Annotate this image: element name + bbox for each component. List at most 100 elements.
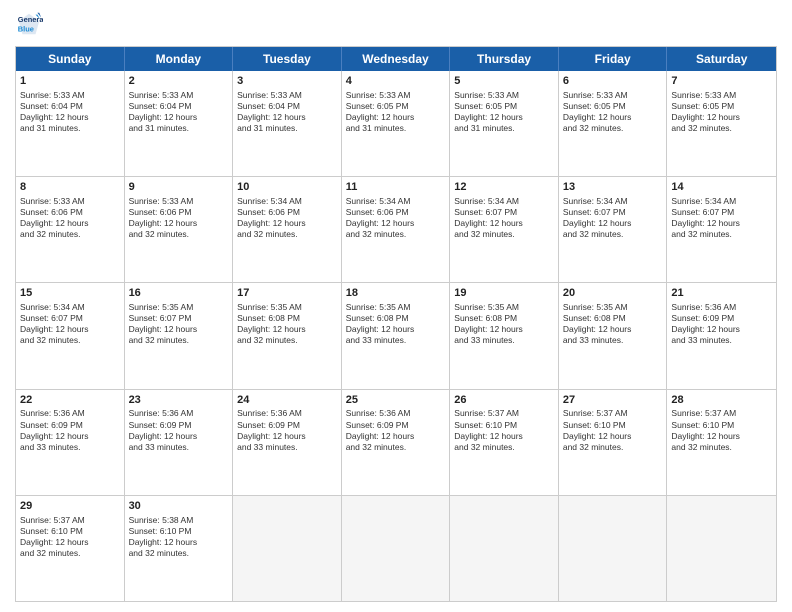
calendar-cell: 18Sunrise: 5:35 AM Sunset: 6:08 PM Dayli… [342, 283, 451, 388]
day-number: 7 [671, 74, 772, 89]
calendar-cell: 20Sunrise: 5:35 AM Sunset: 6:08 PM Dayli… [559, 283, 668, 388]
calendar-body: 1Sunrise: 5:33 AM Sunset: 6:04 PM Daylig… [16, 71, 776, 601]
cell-info: Sunrise: 5:33 AM Sunset: 6:06 PM Dayligh… [129, 196, 229, 240]
calendar-cell: 26Sunrise: 5:37 AM Sunset: 6:10 PM Dayli… [450, 390, 559, 495]
calendar-cell: 24Sunrise: 5:36 AM Sunset: 6:09 PM Dayli… [233, 390, 342, 495]
day-number: 16 [129, 286, 229, 301]
cell-info: Sunrise: 5:36 AM Sunset: 6:09 PM Dayligh… [129, 408, 229, 452]
cell-info: Sunrise: 5:34 AM Sunset: 6:07 PM Dayligh… [454, 196, 554, 240]
day-number: 4 [346, 74, 446, 89]
calendar-cell: 6Sunrise: 5:33 AM Sunset: 6:05 PM Daylig… [559, 71, 668, 176]
calendar-cell: 10Sunrise: 5:34 AM Sunset: 6:06 PM Dayli… [233, 177, 342, 282]
calendar-row-2: 15Sunrise: 5:34 AM Sunset: 6:07 PM Dayli… [16, 283, 776, 389]
cell-info: Sunrise: 5:34 AM Sunset: 6:07 PM Dayligh… [671, 196, 772, 240]
day-number: 5 [454, 74, 554, 89]
cell-info: Sunrise: 5:33 AM Sunset: 6:04 PM Dayligh… [20, 90, 120, 134]
calendar-cell: 19Sunrise: 5:35 AM Sunset: 6:08 PM Dayli… [450, 283, 559, 388]
day-number: 29 [20, 499, 120, 514]
day-number: 19 [454, 286, 554, 301]
calendar: SundayMondayTuesdayWednesdayThursdayFrid… [15, 46, 777, 602]
cell-info: Sunrise: 5:33 AM Sunset: 6:04 PM Dayligh… [129, 90, 229, 134]
calendar-cell: 28Sunrise: 5:37 AM Sunset: 6:10 PM Dayli… [667, 390, 776, 495]
cell-info: Sunrise: 5:37 AM Sunset: 6:10 PM Dayligh… [563, 408, 663, 452]
day-number: 3 [237, 74, 337, 89]
general-blue-logo-icon: General Blue [15, 10, 43, 38]
day-number: 26 [454, 393, 554, 408]
cell-info: Sunrise: 5:33 AM Sunset: 6:04 PM Dayligh… [237, 90, 337, 134]
cell-info: Sunrise: 5:35 AM Sunset: 6:08 PM Dayligh… [563, 302, 663, 346]
cell-info: Sunrise: 5:34 AM Sunset: 6:07 PM Dayligh… [20, 302, 120, 346]
calendar-cell: 22Sunrise: 5:36 AM Sunset: 6:09 PM Dayli… [16, 390, 125, 495]
cell-info: Sunrise: 5:35 AM Sunset: 6:08 PM Dayligh… [346, 302, 446, 346]
calendar-cell: 4Sunrise: 5:33 AM Sunset: 6:05 PM Daylig… [342, 71, 451, 176]
day-number: 27 [563, 393, 663, 408]
day-number: 17 [237, 286, 337, 301]
cell-info: Sunrise: 5:35 AM Sunset: 6:08 PM Dayligh… [454, 302, 554, 346]
calendar-cell: 23Sunrise: 5:36 AM Sunset: 6:09 PM Dayli… [125, 390, 234, 495]
header-day-saturday: Saturday [667, 47, 776, 71]
header-day-monday: Monday [125, 47, 234, 71]
cell-info: Sunrise: 5:34 AM Sunset: 6:06 PM Dayligh… [237, 196, 337, 240]
day-number: 12 [454, 180, 554, 195]
cell-info: Sunrise: 5:34 AM Sunset: 6:07 PM Dayligh… [563, 196, 663, 240]
day-number: 9 [129, 180, 229, 195]
day-number: 30 [129, 499, 229, 514]
header-day-friday: Friday [559, 47, 668, 71]
day-number: 14 [671, 180, 772, 195]
day-number: 8 [20, 180, 120, 195]
calendar-cell: 14Sunrise: 5:34 AM Sunset: 6:07 PM Dayli… [667, 177, 776, 282]
calendar-cell: 15Sunrise: 5:34 AM Sunset: 6:07 PM Dayli… [16, 283, 125, 388]
day-number: 18 [346, 286, 446, 301]
calendar-cell: 13Sunrise: 5:34 AM Sunset: 6:07 PM Dayli… [559, 177, 668, 282]
cell-info: Sunrise: 5:36 AM Sunset: 6:09 PM Dayligh… [20, 408, 120, 452]
calendar-cell: 27Sunrise: 5:37 AM Sunset: 6:10 PM Dayli… [559, 390, 668, 495]
day-number: 13 [563, 180, 663, 195]
cell-info: Sunrise: 5:38 AM Sunset: 6:10 PM Dayligh… [129, 515, 229, 559]
day-number: 25 [346, 393, 446, 408]
calendar-cell [233, 496, 342, 601]
cell-info: Sunrise: 5:33 AM Sunset: 6:05 PM Dayligh… [346, 90, 446, 134]
calendar-cell [667, 496, 776, 601]
day-number: 10 [237, 180, 337, 195]
calendar-cell: 3Sunrise: 5:33 AM Sunset: 6:04 PM Daylig… [233, 71, 342, 176]
cell-info: Sunrise: 5:35 AM Sunset: 6:07 PM Dayligh… [129, 302, 229, 346]
day-number: 15 [20, 286, 120, 301]
svg-text:Blue: Blue [18, 24, 34, 33]
cell-info: Sunrise: 5:36 AM Sunset: 6:09 PM Dayligh… [346, 408, 446, 452]
calendar-row-0: 1Sunrise: 5:33 AM Sunset: 6:04 PM Daylig… [16, 71, 776, 177]
day-number: 2 [129, 74, 229, 89]
header: General Blue [15, 10, 777, 38]
day-number: 24 [237, 393, 337, 408]
cell-info: Sunrise: 5:34 AM Sunset: 6:06 PM Dayligh… [346, 196, 446, 240]
day-number: 11 [346, 180, 446, 195]
calendar-row-1: 8Sunrise: 5:33 AM Sunset: 6:06 PM Daylig… [16, 177, 776, 283]
day-number: 21 [671, 286, 772, 301]
cell-info: Sunrise: 5:35 AM Sunset: 6:08 PM Dayligh… [237, 302, 337, 346]
cell-info: Sunrise: 5:33 AM Sunset: 6:05 PM Dayligh… [454, 90, 554, 134]
svg-text:General: General [18, 15, 43, 24]
cell-info: Sunrise: 5:36 AM Sunset: 6:09 PM Dayligh… [671, 302, 772, 346]
calendar-cell: 25Sunrise: 5:36 AM Sunset: 6:09 PM Dayli… [342, 390, 451, 495]
cell-info: Sunrise: 5:37 AM Sunset: 6:10 PM Dayligh… [671, 408, 772, 452]
calendar-cell: 16Sunrise: 5:35 AM Sunset: 6:07 PM Dayli… [125, 283, 234, 388]
cell-info: Sunrise: 5:33 AM Sunset: 6:05 PM Dayligh… [563, 90, 663, 134]
logo: General Blue [15, 10, 47, 38]
page: General Blue SundayMondayTuesdayWednesda… [0, 0, 792, 612]
day-number: 6 [563, 74, 663, 89]
day-number: 28 [671, 393, 772, 408]
header-day-tuesday: Tuesday [233, 47, 342, 71]
calendar-cell: 7Sunrise: 5:33 AM Sunset: 6:05 PM Daylig… [667, 71, 776, 176]
calendar-cell: 11Sunrise: 5:34 AM Sunset: 6:06 PM Dayli… [342, 177, 451, 282]
calendar-cell: 5Sunrise: 5:33 AM Sunset: 6:05 PM Daylig… [450, 71, 559, 176]
calendar-cell: 2Sunrise: 5:33 AM Sunset: 6:04 PM Daylig… [125, 71, 234, 176]
header-day-wednesday: Wednesday [342, 47, 451, 71]
header-day-sunday: Sunday [16, 47, 125, 71]
calendar-cell: 17Sunrise: 5:35 AM Sunset: 6:08 PM Dayli… [233, 283, 342, 388]
calendar-cell [559, 496, 668, 601]
calendar-cell: 8Sunrise: 5:33 AM Sunset: 6:06 PM Daylig… [16, 177, 125, 282]
calendar-cell: 30Sunrise: 5:38 AM Sunset: 6:10 PM Dayli… [125, 496, 234, 601]
calendar-header: SundayMondayTuesdayWednesdayThursdayFrid… [16, 47, 776, 71]
day-number: 20 [563, 286, 663, 301]
cell-info: Sunrise: 5:33 AM Sunset: 6:06 PM Dayligh… [20, 196, 120, 240]
cell-info: Sunrise: 5:37 AM Sunset: 6:10 PM Dayligh… [454, 408, 554, 452]
